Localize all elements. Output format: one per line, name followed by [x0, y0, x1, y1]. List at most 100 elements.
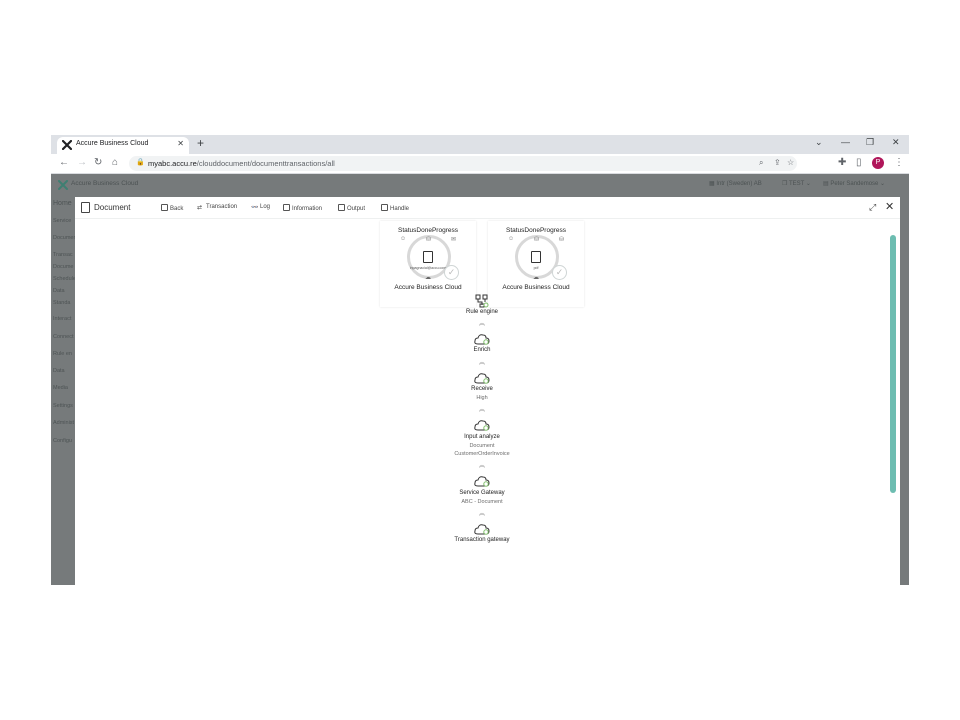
smile-icon: ☺: [400, 236, 407, 242]
lock-icon: 🔒: [136, 159, 145, 166]
cloud-icon: ☁: [533, 275, 539, 281]
modal-title: Document: [94, 203, 131, 212]
app-header: Accure Business Cloud ▦ Intr (Sweden) AB…: [51, 174, 909, 196]
menu-icon[interactable]: ⋮: [894, 157, 904, 168]
card-doc-name: pdf: [533, 266, 539, 270]
back-icon: [161, 204, 168, 211]
information-button[interactable]: Information: [283, 204, 322, 212]
modal-close-icon[interactable]: ✕: [885, 200, 894, 213]
transaction-button[interactable]: ⇄ Transaction: [197, 204, 237, 211]
card-status-icons: ☺ ⛁ ⛁: [508, 236, 564, 243]
log-button[interactable]: 👓 Log: [251, 204, 270, 211]
flow-node-label: Rule engine: [465, 309, 499, 315]
flow-node-label: Transaction gateway: [454, 537, 510, 543]
sidebar-item[interactable]: Interact: [53, 316, 71, 322]
app-title: Accure Business Cloud: [71, 180, 139, 187]
document-file-icon: [531, 251, 541, 263]
output-icon: [338, 204, 345, 211]
card-status-icons: ☺ ⛁ ✉: [400, 236, 456, 243]
back-button[interactable]: Back: [161, 204, 183, 212]
flow-node-label: Enrich: [473, 347, 491, 353]
db-icon: ⛁: [534, 237, 540, 243]
sidebar-item[interactable]: Docume: [53, 264, 73, 270]
fullscreen-icon[interactable]: ⤢: [869, 202, 876, 213]
flow-node-label: Input analyze: [464, 434, 500, 440]
zoom-icon[interactable]: ⌕: [759, 158, 763, 168]
new-tab-icon[interactable]: +: [197, 136, 204, 150]
user-menu[interactable]: ▤ Peter Sandemose ⌄: [823, 180, 885, 187]
flow-node-sub: CustomerOrderInvoice: [454, 451, 510, 457]
information-icon: [283, 204, 290, 211]
sidebar-item[interactable]: Data: [53, 288, 65, 294]
sidebar-item[interactable]: Home: [53, 200, 72, 207]
minimize-icon[interactable]: —: [841, 137, 850, 147]
address-bar-row: ← → ↻ ⌂ 🔒 myabc.accu.re/clouddocument/do…: [51, 154, 909, 174]
bookmark-star-icon[interactable]: ☆: [787, 158, 794, 167]
side-panel-icon[interactable]: ▯: [856, 157, 862, 168]
cloud-icon: ☁: [425, 275, 431, 281]
flow-node-sub: High: [476, 395, 488, 401]
profile-avatar[interactable]: P: [872, 157, 884, 169]
modal-toolbar: Document Back ⇄ Transaction 👓 Log Informat…: [75, 197, 900, 219]
flow-node-sub: Document: [469, 443, 495, 449]
sidebar-item[interactable]: Transac: [53, 252, 73, 258]
app-logo-icon: [58, 180, 68, 190]
output-button[interactable]: Output: [338, 204, 365, 212]
sidebar-item[interactable]: Media: [53, 385, 68, 391]
document-file-icon: [423, 251, 433, 263]
tab-search-icon[interactable]: ⌄: [815, 137, 823, 148]
tab-title: Accure Business Cloud: [76, 140, 149, 147]
sidebar-item[interactable]: Administ: [53, 420, 74, 426]
transaction-icon: ⇄: [197, 205, 203, 211]
browser-tab[interactable]: Accure Business Cloud ✕: [57, 137, 189, 154]
url-text: myabc.accu.re/clouddocument/documenttran…: [148, 159, 335, 168]
flow-node-label: Receive: [471, 386, 493, 392]
tab-strip: Accure Business Cloud ✕ + ⌄ — ❐ ✕: [51, 135, 909, 154]
db-icon: ⛁: [558, 237, 564, 243]
sidebar-item[interactable]: Configu: [53, 438, 72, 444]
mail-icon: ✉: [450, 237, 456, 243]
log-icon: 👓: [251, 205, 259, 211]
card-name: Accure Business Cloud: [394, 284, 462, 291]
card-doc-name: inpagnacial@accu.com: [409, 266, 447, 270]
document-modal: Document Back ⇄ Transaction 👓 Log Informat…: [75, 197, 900, 585]
home-icon[interactable]: ⌂: [112, 157, 118, 168]
document-icon: [81, 202, 90, 213]
scrollbar-thumb[interactable]: [890, 235, 896, 493]
smile-icon: ☺: [508, 236, 515, 242]
restore-icon[interactable]: ❐: [866, 137, 874, 148]
browser-window: Accure Business Cloud ✕ + ⌄ — ❐ ✕ ← → ↻ …: [51, 135, 909, 585]
app-background: Accure Business Cloud ▦ Intr (Sweden) AB…: [51, 174, 909, 585]
sidebar-item[interactable]: Settings: [53, 403, 73, 409]
sidebar-item[interactable]: Standa: [53, 300, 70, 306]
sidebar-item[interactable]: Schedule: [53, 276, 76, 282]
check-icon: ✓: [444, 265, 459, 280]
company-selector[interactable]: ▦ Intr (Sweden) AB: [709, 180, 762, 187]
handle-icon: [381, 204, 388, 211]
check-icon: ✓: [552, 265, 567, 280]
sidebar-item[interactable]: Rule en: [53, 351, 72, 357]
card-status: StatusDoneProgress: [398, 227, 458, 234]
flow-node-sub: ABC - Document: [461, 499, 503, 505]
chevron-up-icon: ︽: [478, 360, 485, 366]
card-name: Accure Business Cloud: [502, 284, 570, 291]
chevron-up-icon: ︽: [478, 511, 485, 517]
back-nav-icon[interactable]: ←: [59, 157, 69, 168]
window-close-icon[interactable]: ✕: [892, 137, 900, 148]
chevron-up-icon: ︽: [478, 463, 485, 469]
url-field[interactable]: 🔒 myabc.accu.re/clouddocument/documenttr…: [129, 156, 797, 171]
chevron-up-icon: ︽: [478, 321, 485, 327]
sidebar-item[interactable]: Service: [53, 218, 71, 224]
reload-icon[interactable]: ↻: [94, 157, 102, 168]
sidebar-item[interactable]: Connect: [53, 334, 74, 340]
sidebar-item[interactable]: Data: [53, 368, 65, 374]
environment-selector[interactable]: ❐ TEST ⌄: [782, 180, 811, 187]
forward-nav-icon[interactable]: →: [77, 157, 87, 168]
share-icon[interactable]: ⇪: [774, 158, 781, 167]
handle-button[interactable]: Handle: [381, 204, 409, 212]
extensions-icon[interactable]: ✚: [838, 157, 846, 168]
chevron-up-icon: ︽: [478, 407, 485, 413]
accure-logo-icon: [62, 140, 72, 150]
db-icon: ⛁: [426, 237, 432, 243]
tab-close-icon[interactable]: ✕: [177, 139, 184, 148]
